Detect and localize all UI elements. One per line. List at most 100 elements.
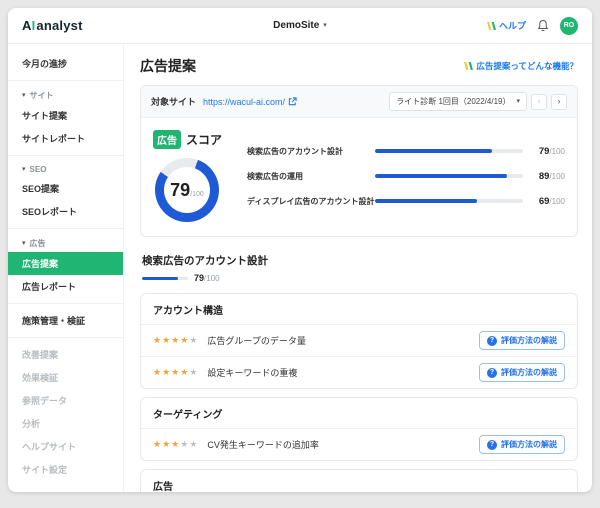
page-title: 広告提案 [140,56,196,76]
metric-value: 69/100 [529,196,565,207]
eval-row-label: 設定キーワードの重複 [207,366,479,379]
sidebar-divider [8,80,123,81]
app-body: 今月の進捗 ▾ サイト サイト提案 サイトレポート ▾ SEO SEO提案 SE… [8,44,592,492]
card-heading: ターゲティング [141,398,577,428]
sidebar-group-ads-label: 広告 [30,238,46,249]
evaluation-method-button[interactable]: ? 評価方法の解説 [479,363,565,382]
info-icon: ? [487,440,497,450]
feature-info-link[interactable]: 広告提案ってどんな機能？ [464,60,578,72]
score-badge-row: 広告 スコア [153,130,233,149]
star-icon: ★ [180,335,189,345]
score-body: 広告 スコア 79 /100 検索広告のアカウント設計 [141,118,577,236]
sidebar-item-site-report[interactable]: サイトレポート [8,127,123,150]
report-select[interactable]: ライト診断 1回目（2022/4/19） ▾ [389,92,527,111]
chevron-down-icon: ▾ [22,166,26,173]
star-icon: ★ [171,439,180,449]
help-mark-icon [464,61,473,71]
target-site-url: https://wacul-ai.com/ [203,97,285,107]
score-metrics: 検索広告のアカウント設計 79/100 検索広告の運用 89/100 ディスプレ… [247,130,565,222]
star-rating: ★★★★★ [153,368,198,377]
chevron-down-icon: ▾ [22,92,26,99]
chevron-down-icon: ▾ [516,98,520,105]
sidebar-group-ads[interactable]: ▾ 広告 [8,234,123,252]
star-icon: ★ [153,439,162,449]
page-header: 広告提案 広告提案ってどんな機能？ [140,56,578,76]
help-mark-icon [487,21,496,31]
sidebar-divider [8,303,123,304]
prev-report-button[interactable]: ‹ [531,94,547,110]
notifications-button[interactable] [537,19,549,32]
card-targeting: ターゲティング ★★★★★ CV発生キーワードの追加率 ? 評価方法の解説 [140,397,578,461]
next-report-button[interactable]: › [551,94,567,110]
sidebar-group-seo-label: SEO [30,165,47,174]
eval-row-cv-keyword-rate: ★★★★★ CV発生キーワードの追加率 ? 評価方法の解説 [141,428,577,460]
help-link[interactable]: ヘルプ [487,19,526,32]
score-donut: 79 /100 [155,158,219,222]
eval-row-ad-group-data: ★★★★★ 広告グループのデータ量 ? 評価方法の解説 [141,324,577,356]
site-selector[interactable]: DemoSite ▾ [273,20,327,31]
detail-score-value: 79/100 [194,273,220,283]
detail-section-score: 79/100 [142,273,578,283]
star-rating: ★★★★★ [153,336,198,345]
sidebar-divider [8,228,123,229]
chevron-left-icon: ‹ [538,97,541,106]
star-icon: ★ [189,335,198,345]
bell-icon [537,19,549,32]
detail-section-title: 検索広告のアカウント設計 [142,253,578,268]
star-icon: ★ [189,367,198,377]
sidebar-item-improvement-proposal[interactable]: 改善提案 [8,343,123,366]
sidebar-item-ad-report[interactable]: 広告レポート [8,275,123,298]
sidebar-item-help-site[interactable]: ヘルプサイト [8,435,123,458]
sidebar-item-seo-proposal[interactable]: SEO提案 [8,177,123,200]
star-icon: ★ [171,367,180,377]
eval-row-label: CV発生キーワードの追加率 [207,438,479,451]
score-label: スコア [186,131,222,148]
target-site-label: 対象サイト [151,95,196,108]
help-link-label: ヘルプ [499,19,526,32]
star-rating: ★★★★★ [153,440,198,449]
card-account-structure: アカウント構造 ★★★★★ 広告グループのデータ量 ? 評価方法の解説 ★★★★… [140,293,578,389]
info-icon: ? [487,336,497,346]
sidebar-item-site-proposal[interactable]: サイト提案 [8,104,123,127]
site-selector-label: DemoSite [273,20,319,31]
metric-bar [375,174,523,178]
sidebar-item-analysis[interactable]: 分析 [8,412,123,435]
info-icon: ? [487,368,497,378]
card-heading: 広告 [141,470,577,492]
sidebar-item-ad-proposal[interactable]: 広告提案 [8,252,123,275]
metric-row-display-account: ディスプレイ広告のアカウント設計 69/100 [247,196,565,207]
sidebar-item-measure-management[interactable]: 施策管理・検証 [8,309,123,332]
evaluation-method-button[interactable]: ? 評価方法の解説 [479,435,565,454]
eval-row-label: 広告グループのデータ量 [207,334,479,347]
chevron-right-icon: › [558,97,561,106]
metric-label: 検索広告のアカウント設計 [247,146,375,157]
ad-badge: 広告 [153,130,181,149]
evaluation-method-button[interactable]: ? 評価方法の解説 [479,331,565,350]
target-site-row: 対象サイト https://wacul-ai.com/ ライト診断 1回目（20… [141,86,577,118]
star-icon: ★ [153,367,162,377]
sidebar-item-reference-data[interactable]: 参照データ [8,389,123,412]
top-bar: AI analyst DemoSite ▾ ヘルプ RO [8,8,592,44]
sidebar-group-site[interactable]: ▾ サイト [8,86,123,104]
app-window: AI analyst DemoSite ▾ ヘルプ RO [8,8,592,492]
score-summary: 広告 スコア 79 /100 [153,130,233,222]
card-heading: アカウント構造 [141,294,577,324]
chevron-down-icon: ▾ [323,22,327,29]
avatar[interactable]: RO [560,17,578,35]
sidebar-item-effect-verification[interactable]: 効果検証 [8,366,123,389]
report-controls: ライト診断 1回目（2022/4/19） ▾ ‹ › [389,92,567,111]
sidebar-item-monthly-progress[interactable]: 今月の進捗 [8,52,123,75]
feature-info-link-label: 広告提案ってどんな機能？ [476,60,578,72]
app-logo[interactable]: AI analyst [22,18,83,33]
star-icon: ★ [162,367,171,377]
external-link-icon [288,97,297,106]
sidebar-divider [8,337,123,338]
target-site-link[interactable]: https://wacul-ai.com/ [203,97,297,107]
sidebar-item-site-settings[interactable]: サイト設定 [8,458,123,481]
eval-row-keyword-duplication: ★★★★★ 設定キーワードの重複 ? 評価方法の解説 [141,356,577,388]
sidebar-item-seo-report[interactable]: SEOレポート [8,200,123,223]
detail-section-header: 検索広告のアカウント設計 79/100 [142,253,578,283]
metric-row-search-account: 検索広告のアカウント設計 79/100 [247,146,565,157]
sidebar-group-seo[interactable]: ▾ SEO [8,161,123,177]
card-ads: 広告 ★★★★★ 複数訴求軸の広告設定 ? 評価方法の解説 [140,469,578,492]
